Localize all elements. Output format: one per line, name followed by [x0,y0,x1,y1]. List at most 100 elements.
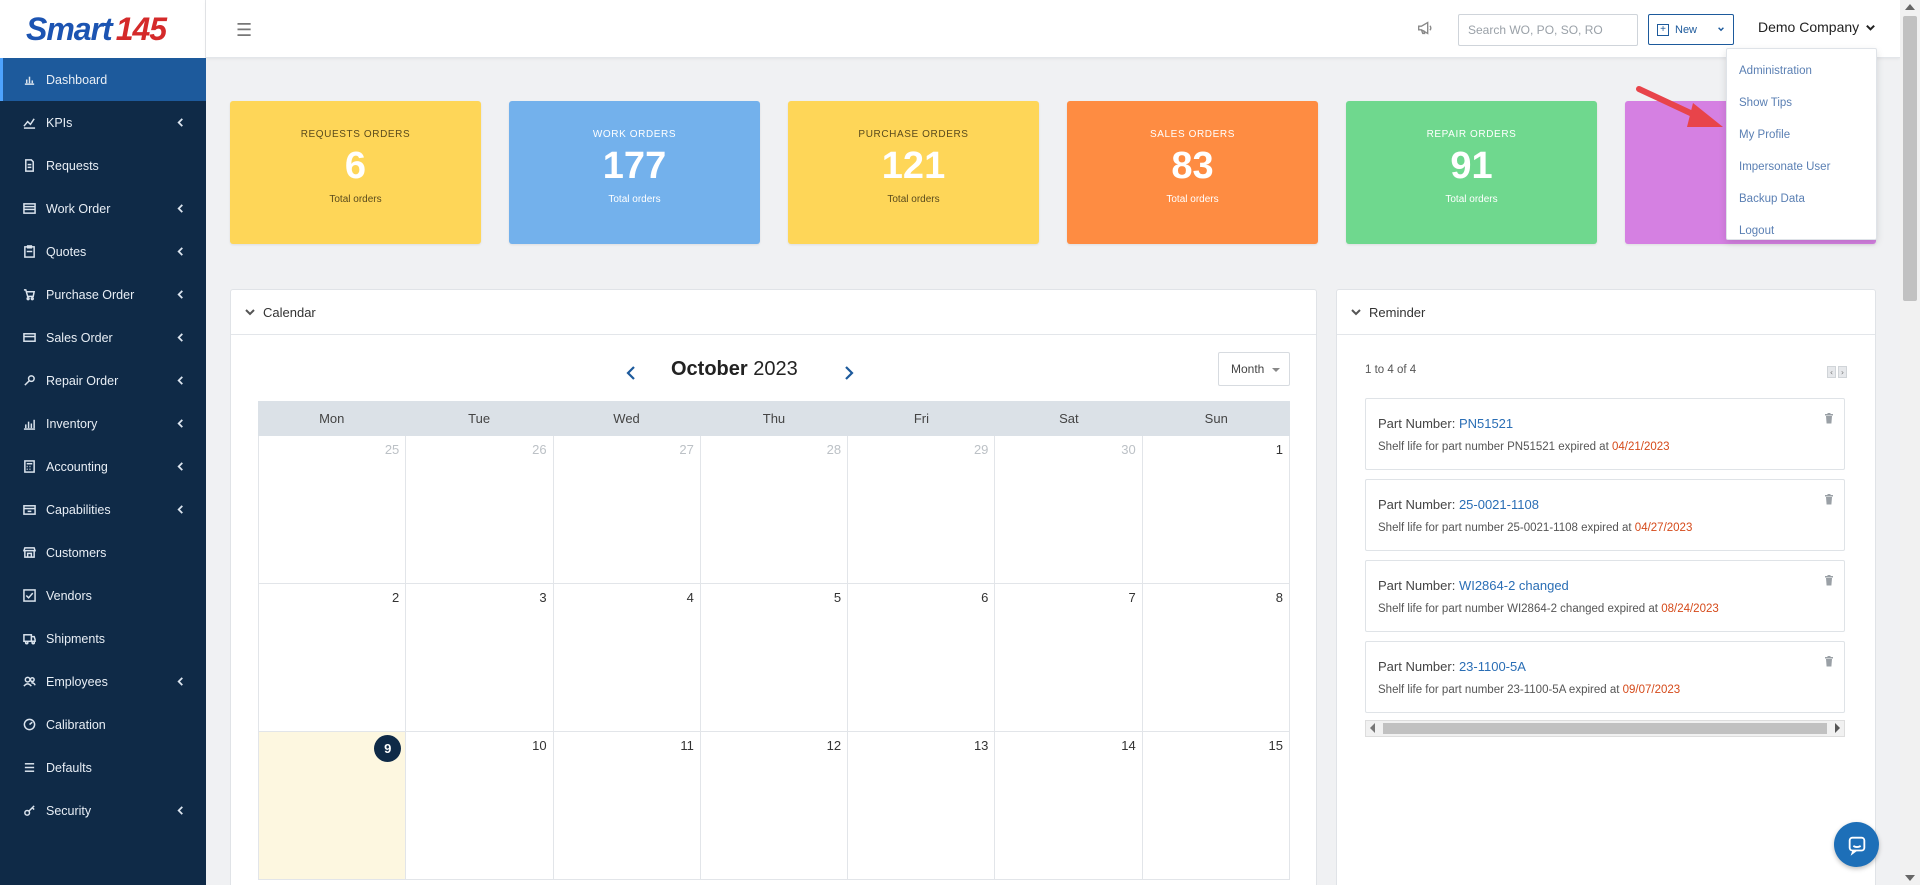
gauge-icon [22,718,36,732]
calendar-day-today[interactable]: 9 [259,732,407,880]
reminder-part-number-link[interactable]: 23-1100-5A [1459,659,1526,674]
reminder-item[interactable]: Part Number: 25-0021-1108 Shelf life for … [1365,479,1845,551]
pager-next-icon[interactable]: › [1838,366,1847,378]
sidebar-item-security[interactable]: Security [0,789,206,832]
prev-month-button[interactable] [625,366,637,383]
calendar-day[interactable]: 11 [553,732,701,880]
calendar-day[interactable]: 7 [995,584,1143,732]
sidebar-item-kpis[interactable]: KPIs [0,101,206,144]
calendar-day-number: 1 [1275,442,1283,457]
scroll-down-icon[interactable] [1905,875,1915,881]
user-menu-dropdown: Administration Show Tips My Profile Imperso… [1726,48,1877,240]
trash-icon[interactable] [1824,575,1834,589]
sidebar-item-quotes[interactable]: Quotes [0,230,206,273]
calendar-day[interactable]: 30 [995,436,1143,584]
cart-icon [22,288,36,302]
calendar-day[interactable]: 27 [553,436,701,584]
calendar-day[interactable]: 26 [406,436,554,584]
pager-prev-icon[interactable]: ‹ [1827,366,1836,378]
calendar-title: Calendar [263,304,316,320]
sidebar-item-requests[interactable]: Requests [0,144,206,187]
stat-card-title: REPAIR ORDERS [1426,129,1517,140]
sidebar-item-shipments[interactable]: Shipments [0,617,206,660]
new-button[interactable]: + New [1648,14,1734,45]
sidebar-item-inventory[interactable]: Inventory [0,402,206,445]
calendar-day[interactable]: 12 [700,732,849,880]
menu-item-backup-data[interactable]: Backup Data [1727,183,1876,215]
sidebar-item-sales-order[interactable]: Sales Order [0,316,206,359]
chevron-down-icon [1866,24,1876,31]
document-icon [22,159,36,173]
scroll-right-icon[interactable] [1835,723,1840,733]
scroll-left-icon[interactable] [1370,723,1375,733]
reminder-part-number-link[interactable]: PN51521 [1459,416,1513,431]
calendar-panel: Calendar October 2023 Month Mon Tue Wed Thu… [230,289,1317,885]
calendar-day[interactable]: 10 [406,732,554,880]
calendar-day[interactable]: 1 [1142,436,1290,584]
sidebar-item-customers[interactable]: Customers [0,531,206,574]
scrollbar-thumb[interactable] [1903,16,1917,301]
menu-item-my-profile[interactable]: My Profile [1727,119,1876,151]
hamburger-menu-icon[interactable]: ☰ [236,20,252,41]
reminder-item[interactable]: Part Number: PN51521 Shelf life for part … [1365,398,1845,470]
sidebar-item-purchase-order[interactable]: Purchase Order [0,273,206,316]
view-select[interactable]: Month [1218,352,1290,386]
reminder-header[interactable]: Reminder [1337,290,1875,335]
calendar-day[interactable]: 29 [848,436,996,584]
menu-item-show-tips[interactable]: Show Tips [1727,87,1876,119]
sidebar-item-calibration[interactable]: Calibration [0,703,206,746]
list-icon [22,202,36,216]
stat-card-requests-orders[interactable]: REQUESTS ORDERS 6 Total orders [230,101,481,244]
logo[interactable]: Smart 145 [0,0,206,58]
calendar-day[interactable]: 15 [1142,732,1290,880]
calendar-day[interactable]: 13 [848,732,996,880]
sidebar-item-work-order[interactable]: Work Order [0,187,206,230]
calendar-day-number: 6 [981,590,989,605]
calendar-header[interactable]: Calendar [231,290,1316,335]
key-icon [22,804,36,818]
megaphone-icon[interactable] [1416,19,1434,40]
menu-item-logout[interactable]: Logout [1727,215,1876,247]
stat-card-repair-orders[interactable]: REPAIR ORDERS 91 Total orders [1346,101,1597,244]
sidebar-item-capabilities[interactable]: Capabilities [0,488,206,531]
page-scrollbar[interactable] [1900,0,1920,885]
company-menu[interactable]: Demo Company [1758,19,1876,35]
next-month-button[interactable] [843,366,855,383]
reminder-item[interactable]: Part Number: WI2864-2 changed Shelf life … [1365,560,1845,632]
calendar-day[interactable]: 2 [259,584,407,732]
scroll-up-icon[interactable] [1905,4,1915,10]
chat-button[interactable] [1834,822,1879,867]
sidebar-item-dashboard[interactable]: Dashboard [0,58,206,101]
calendar-day[interactable]: 5 [700,584,849,732]
stat-card-purchase-orders[interactable]: PURCHASE ORDERS 121 Total orders [788,101,1039,244]
trash-icon[interactable] [1824,494,1834,508]
calendar-day[interactable]: 6 [848,584,996,732]
stat-card-sales-orders[interactable]: SALES ORDERS 83 Total orders [1067,101,1318,244]
calendar-day-number: 28 [826,442,842,457]
reminder-part-number-link[interactable]: WI2864-2 changed [1459,578,1569,593]
sidebar-item-accounting[interactable]: Accounting [0,445,206,488]
sidebar-item-defaults[interactable]: Defaults [0,746,206,789]
sidebar-item-vendors[interactable]: Vendors [0,574,206,617]
search-input[interactable] [1458,14,1638,46]
new-button-label: New [1675,23,1698,36]
trash-icon[interactable] [1824,656,1834,670]
reminder-horizontal-scrollbar[interactable] [1365,720,1845,737]
calendar-grid: Mon Tue Wed Thu Fri Sat Sun 25 26 27 28 29 30 1 2 3 4 5 6… [258,401,1290,880]
calendar-day[interactable]: 3 [406,584,554,732]
stat-card-work-orders[interactable]: WORK ORDERS 177 Total orders [509,101,760,244]
calendar-day[interactable]: 4 [553,584,701,732]
reminder-part-number-link[interactable]: 25-0021-1108 [1459,497,1539,512]
calendar-day[interactable]: 8 [1142,584,1290,732]
sidebar-item-label: Requests [46,158,99,173]
reminder-item[interactable]: Part Number: 23-1100-5A Shelf life for pa… [1365,641,1845,713]
sidebar-item-employees[interactable]: Employees [0,660,206,703]
scrollbar-thumb[interactable] [1383,723,1827,734]
sidebar-item-repair-order[interactable]: Repair Order [0,359,206,402]
menu-item-administration[interactable]: Administration [1727,55,1876,87]
calendar-day[interactable]: 25 [259,436,407,584]
menu-item-impersonate-user[interactable]: Impersonate User [1727,151,1876,183]
calendar-day[interactable]: 28 [700,436,849,584]
trash-icon[interactable] [1824,413,1834,427]
calendar-day[interactable]: 14 [995,732,1143,880]
